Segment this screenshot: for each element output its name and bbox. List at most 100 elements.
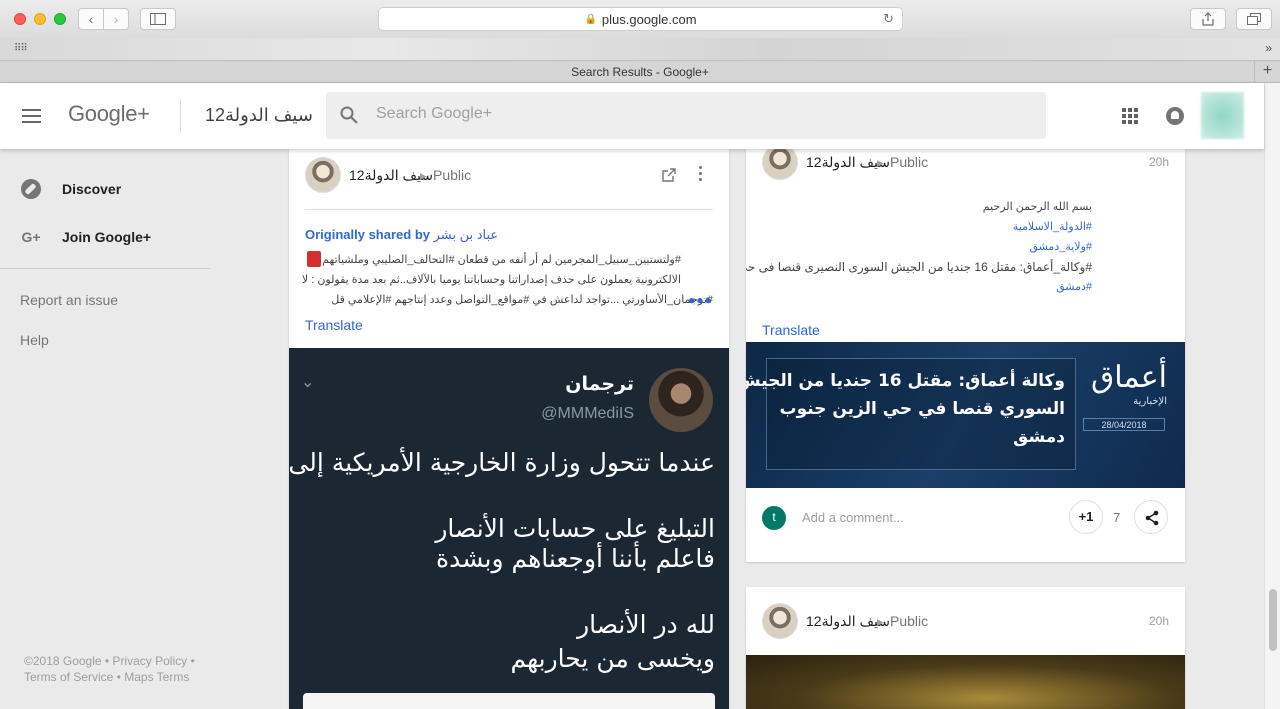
apps-grid-icon[interactable] <box>1122 108 1138 124</box>
caret-right-icon: ▶ <box>877 617 884 627</box>
news-logo-subtitle: الإخبارية <box>1133 396 1167 407</box>
tweet-attachment <box>303 693 715 709</box>
share-icon <box>1145 510 1159 526</box>
post-image[interactable] <box>746 655 1185 709</box>
news-headline-line: دمشق <box>1013 427 1065 447</box>
post-text-line: الالكترونية يعملون على حذف إصداراتنا وحس… <box>301 274 681 286</box>
search-icon <box>340 106 358 124</box>
news-headline-line: السوري قنصا في حي الزين جنوب <box>779 399 1065 419</box>
sidebar-toggle-button[interactable] <box>140 8 176 30</box>
tweet-text-line: التبليغ على حسابات الأنصار <box>435 514 715 543</box>
news-image[interactable]: وكالة أعماق: مقتل 16 جنديا من الجيش السو… <box>746 342 1185 488</box>
tabs-overview-button[interactable] <box>1236 8 1272 30</box>
embedded-tweet-image[interactable]: ⌄ ترجمان @MMMediIS عندما تتحول وزارة الخ… <box>289 348 729 709</box>
translate-link[interactable]: Translate <box>762 322 820 338</box>
search-box[interactable] <box>326 92 1046 139</box>
news-headline-box: وكالة أعماق: مقتل 16 جنديا من الجيش السو… <box>746 358 1076 470</box>
header-divider <box>180 99 181 133</box>
caret-right-icon: ▶ <box>420 171 427 181</box>
address-bar[interactable]: 🔒 plus.google.com ↻ <box>378 7 903 31</box>
forward-button[interactable]: › <box>103 8 129 30</box>
tweet-text-line: لله در الأنصار <box>577 610 715 639</box>
menu-icon[interactable] <box>22 109 41 127</box>
notifications-icon[interactable] <box>1166 107 1184 125</box>
hashtag-link[interactable]: #الدولة_الاسلامية <box>1013 220 1092 233</box>
more-favorites-icon[interactable]: » <box>1265 41 1272 55</box>
hashtag-link[interactable]: #ولاية_دمشق <box>1029 240 1092 253</box>
post-card: سيف الدولة12 ▶ Public 20h <box>746 587 1185 709</box>
nav-divider <box>0 268 210 269</box>
reload-icon[interactable]: ↻ <box>883 11 894 27</box>
footer-line[interactable]: Terms of Service • Maps Terms <box>24 669 195 685</box>
post-visibility: Public <box>890 613 929 629</box>
post-visibility: Public <box>890 154 929 170</box>
plus-one-count: 7 <box>1113 510 1121 525</box>
post-text-line: #وكالة_أعماق: مقتل 16 جنديا من الجيش الس… <box>746 260 1092 274</box>
lock-icon: 🔒 <box>584 13 597 25</box>
open-external-icon[interactable] <box>662 168 676 182</box>
new-tab-button[interactable]: + <box>1254 61 1280 83</box>
caret-right-icon: ▶ <box>877 158 884 168</box>
add-comment-input[interactable]: Add a comment... <box>802 510 904 525</box>
report-issue-link[interactable]: Report an issue <box>20 292 118 308</box>
post-card: سيف الدولة12 ▶ Public 20h بسم الله الرحم… <box>746 134 1185 562</box>
author-avatar[interactable] <box>762 144 798 180</box>
favorites-grid-icon[interactable]: ⠿⠿ <box>14 43 28 54</box>
commenter-avatar: t <box>762 506 786 530</box>
share-post-button[interactable] <box>1134 500 1168 534</box>
comment-bar: t Add a comment... +1 7 <box>746 488 1185 548</box>
left-navigation: Discover G+ Join Google+ Report an issue… <box>0 149 288 709</box>
nav-item-discover[interactable]: Discover <box>20 177 121 201</box>
post-text-line: #ترجمان_الأساورتي ...تواجد لداعش في #موا… <box>331 294 713 306</box>
more-options-icon[interactable] <box>699 166 703 181</box>
search-input[interactable] <box>376 105 1016 123</box>
share-button[interactable] <box>1190 8 1226 30</box>
chevron-left-icon: ‹ <box>88 11 94 27</box>
zoom-window-button[interactable] <box>54 13 66 25</box>
close-window-button[interactable] <box>14 13 26 25</box>
tweet-text-line: ويخسى من يحاربهم <box>510 644 715 673</box>
post-text-line: #ولتستبين_سبيل_المجرمين لم أر أنفه من قط… <box>322 254 681 266</box>
account-avatar[interactable] <box>1201 92 1244 139</box>
news-date: 28/04/2018 <box>1083 418 1165 431</box>
translate-link[interactable]: Translate <box>305 317 363 333</box>
google-plus-logo[interactable]: Google+ <box>68 101 150 127</box>
tabs-icon <box>1247 13 1261 25</box>
post-divider <box>305 209 713 210</box>
post-time[interactable]: 20h <box>1149 155 1169 169</box>
nav-item-label: Discover <box>62 181 122 197</box>
tweet-text-line: عندما تتحول وزارة الخارجية الأمريكية إلى <box>289 448 715 477</box>
nav-item-join[interactable]: G+ Join Google+ <box>20 225 151 249</box>
browser-toolbar: ‹ › 🔒 plus.google.com ↻ <box>0 0 1280 38</box>
shared-author-link[interactable]: عباد بن بشر <box>434 227 499 242</box>
tweet-text-line: فاعلم بأننا أوجعناهم وبشدة <box>435 544 715 573</box>
post-visibility: Public <box>433 167 472 183</box>
back-button[interactable]: ‹ <box>78 8 104 30</box>
tab-title[interactable]: Search Results - Google+ <box>571 65 709 79</box>
footer-line[interactable]: ©2018 Google • Privacy Policy • <box>24 653 195 669</box>
plus-one-button[interactable]: +1 <box>1069 500 1103 534</box>
sidebar-icon <box>150 13 166 25</box>
hashtag-link[interactable]: #دمشق <box>1056 280 1092 293</box>
favorites-bar: ⠿⠿ » <box>0 38 1280 60</box>
chevron-right-icon: › <box>113 11 119 27</box>
nav-item-label: Join Google+ <box>62 229 152 245</box>
tab-bar: Search Results - Google+ + <box>0 60 1280 83</box>
scrollbar-thumb[interactable] <box>1269 589 1277 651</box>
post-text-line: بسم الله الرحمن الرحيم <box>982 201 1092 213</box>
chevron-down-icon: ⌄ <box>301 374 315 391</box>
shared-by-label: Originally shared by عباد بن بشر <box>305 227 499 242</box>
tweet-name: ترجمان <box>565 374 634 395</box>
author-avatar[interactable] <box>305 157 341 193</box>
url-text: plus.google.com <box>601 11 697 27</box>
tweet-avatar <box>649 368 713 432</box>
more-dots-icon[interactable]: ●●● <box>688 293 713 307</box>
author-avatar[interactable] <box>762 603 798 639</box>
help-link[interactable]: Help <box>20 332 49 348</box>
post-time[interactable]: 20h <box>1149 614 1169 628</box>
footer-links: ©2018 Google • Privacy Policy • Terms of… <box>24 653 195 685</box>
minimize-window-button[interactable] <box>34 13 46 25</box>
youtube-icon <box>307 251 321 267</box>
tweet-handle: @MMMediIS <box>541 405 634 422</box>
page-scrollbar[interactable] <box>1264 83 1280 709</box>
